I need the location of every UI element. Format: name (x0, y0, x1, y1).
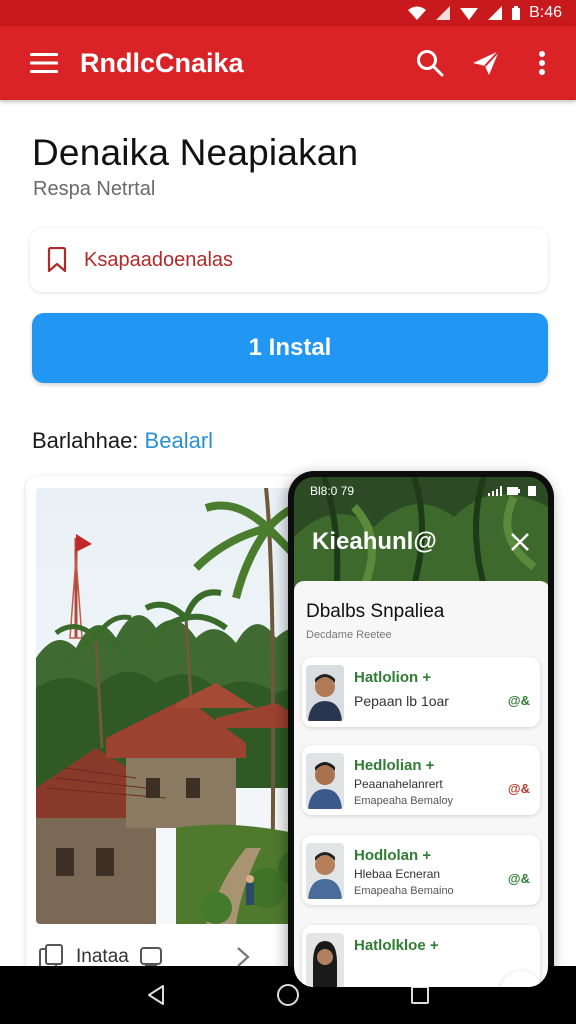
avatar (306, 665, 344, 721)
signal-full-icon (459, 5, 479, 21)
section-heading-accent[interactable]: Bealarl (145, 428, 213, 453)
phone-sheet: Dbalbs Snpaliea Decdame Reetee Hatlolion… (294, 581, 548, 987)
sheet-title: Dbalbs Snpaliea (306, 601, 445, 622)
person-detail: Pepaan lb 1oar (354, 693, 449, 709)
app-name-title: Denaika Neapiakan (32, 132, 359, 173)
menu-button[interactable] (12, 26, 76, 100)
image-icon (139, 947, 162, 967)
more-vert-icon (539, 51, 545, 75)
phone-header: Kieahunl@ (294, 505, 548, 579)
recents-icon (411, 986, 429, 1004)
signal-icon (435, 5, 451, 21)
list-item[interactable]: Hedlolian + Peaanahelanrert Emapeaha Bem… (302, 745, 540, 815)
person-badge: @& (507, 871, 530, 886)
phone-preview: Bl8:0 79 Kieahunl@ Dbalbs Snpaliea Decda… (288, 471, 554, 991)
app-bar-title: RndlcCnaika (80, 47, 244, 78)
list-item[interactable]: Hatlolion + Pepaan lb 1oar @& (302, 657, 540, 727)
app-subtitle: Respa Netrtal (33, 178, 156, 200)
person-detail: Peaanahelanrert (354, 777, 443, 791)
fab-icon: ★ (516, 986, 526, 988)
phone-signal-icon (488, 486, 502, 496)
avatar (306, 753, 344, 809)
phone-status-time: Bl8:0 79 (310, 484, 355, 498)
search-icon (417, 50, 444, 77)
category-tag-label: Ksapaadoenalas (84, 248, 234, 271)
close-icon[interactable] (510, 532, 530, 552)
person-detail-secondary: Emapeaha Bemaino (354, 885, 454, 897)
app-detail-screen: B:46 RndlcCnaika Denaika Neapiakan Respa… (0, 0, 576, 1024)
person-name: Hodlolan + (354, 847, 432, 864)
more-options-button[interactable] (514, 26, 570, 100)
install-button[interactable]: 1 Instal (32, 313, 548, 383)
search-button[interactable] (402, 26, 458, 100)
person-detail: Hlebaa Ecneran (354, 867, 441, 881)
person-badge: @& (507, 781, 530, 796)
person-name: Hedlolian + (354, 757, 435, 774)
section-heading-prefix: Barlahhae: (32, 428, 139, 453)
signal-strength-icon (487, 5, 503, 21)
section-heading: Barlahhae: Bealarl (32, 428, 213, 454)
person-name: Hatlolkloe + (354, 937, 439, 954)
village-photo (36, 488, 316, 924)
battery-icon (511, 5, 521, 21)
app-bar: RndlcCnaika (0, 26, 576, 100)
person-detail-secondary: Emapeaha Bemaloy (354, 795, 454, 807)
back-button[interactable] (126, 966, 186, 1024)
sheet-subtitle: Decdame Reetee (306, 629, 392, 641)
status-time: B:46 (529, 4, 562, 21)
avatar (306, 843, 344, 899)
wifi-icon (407, 5, 427, 21)
menu-icon (30, 53, 58, 73)
send-button[interactable] (458, 26, 514, 100)
category-tag-card[interactable]: Ksapaadoenalas (30, 228, 548, 292)
send-icon (473, 50, 500, 75)
phone-battery-icon (507, 487, 520, 495)
screenshot-card-label: Inataa (76, 946, 129, 967)
avatar (306, 933, 344, 987)
person-name: Hatlolion + (354, 669, 432, 686)
back-icon (148, 985, 164, 1005)
chevron-right-icon[interactable] (233, 946, 253, 968)
phone-header-title: Kieahunl@ (312, 528, 437, 555)
phone-preview-screen: Bl8:0 79 Kieahunl@ Dbalbs Snpaliea Decda… (294, 477, 548, 987)
screenshot-card[interactable] (26, 476, 326, 976)
phone-status-bar: Bl8:0 79 (294, 477, 548, 505)
list-item[interactable]: Hodlolan + Hlebaa Ecneran Emapeaha Bemai… (302, 835, 540, 905)
status-bar: B:46 (0, 0, 576, 26)
bookmark-icon (47, 247, 67, 273)
phone-wifi-icon (528, 486, 536, 496)
person-badge: @& (507, 693, 530, 708)
